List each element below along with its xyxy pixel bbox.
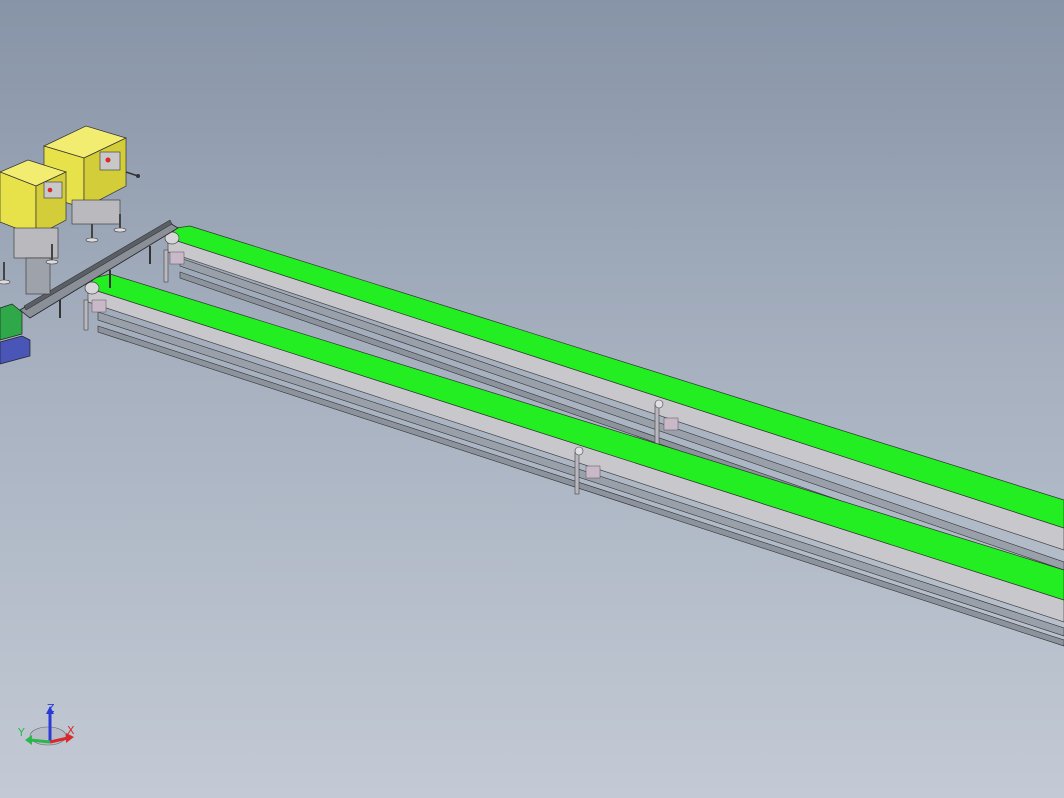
machine-rear-arm-tip xyxy=(136,174,140,178)
rear-conveyor-lower-rail xyxy=(179,257,1064,571)
machine-front-foot xyxy=(0,279,11,285)
front-conveyor-leg xyxy=(574,451,580,495)
machine-front[interactable] xyxy=(0,159,67,295)
axis-triad[interactable]: Z Y X xyxy=(17,702,75,746)
green-bin xyxy=(0,303,23,341)
y-axis-icon xyxy=(29,738,51,744)
x-axis-label: X xyxy=(67,724,75,737)
front-conveyor-end-roller xyxy=(84,281,100,295)
machine-rear-base xyxy=(71,199,121,225)
rear-conveyor-bracket xyxy=(169,251,185,265)
rear-conveyor-leg xyxy=(654,403,660,449)
front-conveyor-joint xyxy=(574,446,584,456)
machine-front-foot xyxy=(45,259,59,265)
assembly-scene[interactable]: Z Y X xyxy=(0,0,1064,798)
machine-rear-foot xyxy=(85,237,99,243)
machine-front-fixture xyxy=(25,257,51,295)
front-conveyor-bracket xyxy=(585,465,601,479)
machine-rear-foot xyxy=(113,227,127,233)
front-conveyor-bracket xyxy=(91,299,107,313)
cad-viewport[interactable]: Z Y X xyxy=(0,0,1064,798)
front-conveyor-belt xyxy=(87,273,1064,601)
blue-bin xyxy=(0,335,31,365)
front-conveyor-leg xyxy=(83,299,89,331)
rear-conveyor-leg xyxy=(163,249,169,283)
rear-conveyor-bracket xyxy=(663,417,679,431)
y-axis-label: Y xyxy=(17,726,25,739)
machine-rear-indicator xyxy=(105,157,111,163)
machine-front-indicator xyxy=(47,187,53,193)
machine-front-panel xyxy=(43,181,63,199)
y-axis-arrowhead xyxy=(25,735,32,745)
rear-conveyor-joint xyxy=(654,399,664,409)
z-axis-label: Z xyxy=(47,702,55,715)
